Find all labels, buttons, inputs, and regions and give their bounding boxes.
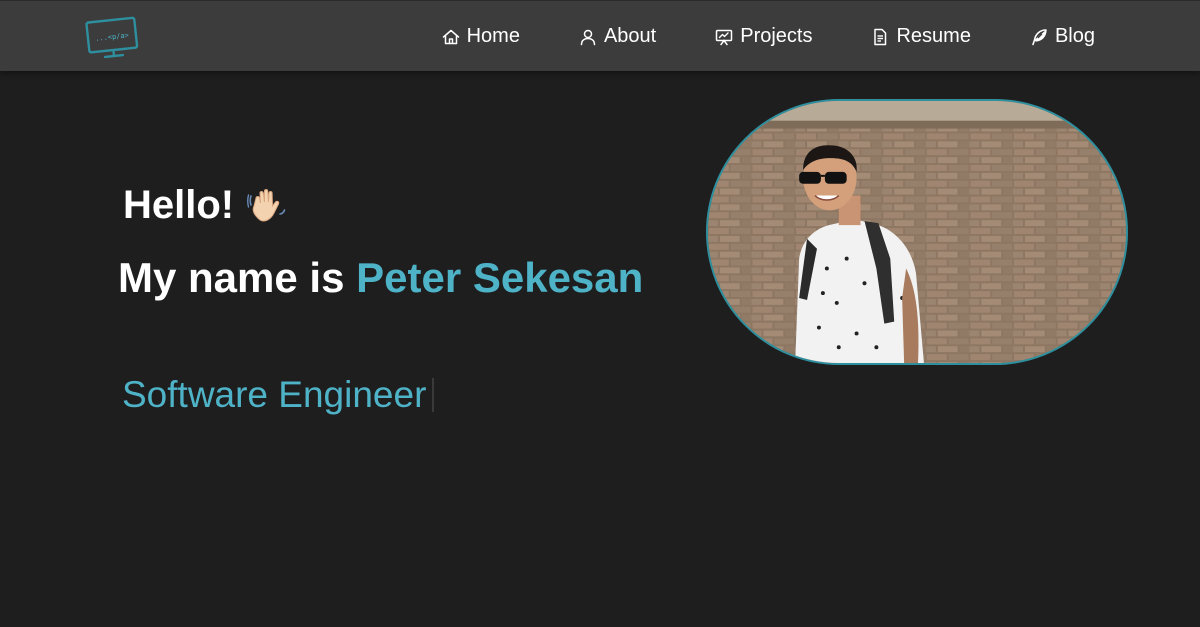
intro-heading: My name is Peter Sekesan (118, 254, 643, 302)
profile-photo (706, 99, 1128, 365)
greeting-text: Hello! (123, 183, 235, 227)
intro-prefix: My name is (118, 254, 345, 301)
feather-icon (1032, 28, 1047, 45)
nav-item-projects[interactable]: Projects (714, 25, 812, 48)
greeting-heading: Hello! (123, 183, 290, 228)
nav-item-about[interactable]: About (578, 25, 656, 48)
navbar: ...<p/a> Home About Projects Resume Blog (0, 0, 1200, 71)
monitor-code-logo-icon[interactable]: ...<p/a> (83, 15, 143, 59)
waving-hand-icon (247, 188, 286, 222)
nav-label-projects: Projects (740, 25, 813, 47)
typewriter-role: Software Engineer (122, 374, 435, 416)
presentation-icon (715, 29, 733, 45)
nav-label-resume: Resume (896, 25, 971, 47)
person-name: Peter Sekesan (356, 254, 644, 301)
nav-label-about: About (603, 25, 657, 47)
nav-item-blog[interactable]: Blog (1029, 25, 1095, 48)
typing-cursor (432, 378, 435, 412)
role-text: Software Engineer (122, 374, 427, 415)
document-icon (874, 28, 887, 45)
nav-links: Home About Projects Resume Blog (441, 1, 1095, 72)
nav-label-home: Home (466, 25, 520, 47)
nav-item-resume[interactable]: Resume (870, 25, 971, 48)
nav-label-blog: Blog (1054, 25, 1095, 47)
svg-text:...<p/a>: ...<p/a> (95, 31, 129, 42)
user-icon (580, 29, 596, 45)
nav-item-home[interactable]: Home (441, 25, 520, 48)
home-icon (442, 29, 459, 44)
